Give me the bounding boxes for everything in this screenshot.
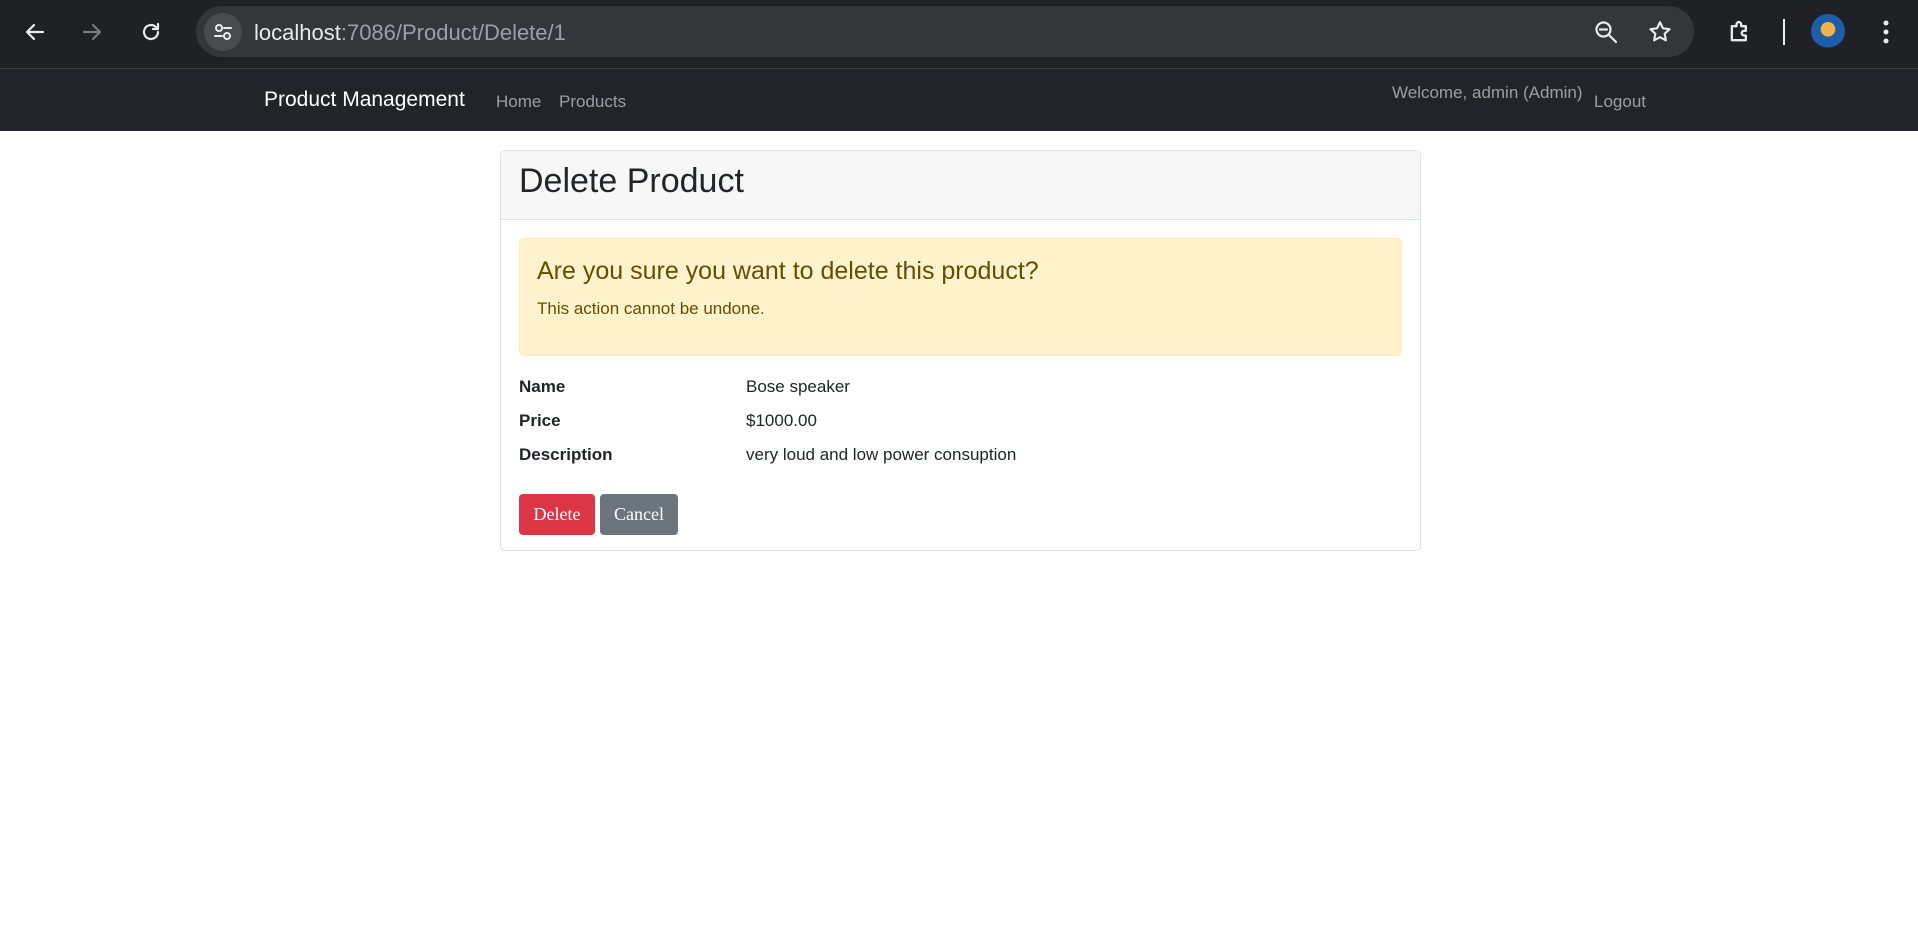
- browser-toolbar: localhost:7086/Product/Delete/1: [0, 0, 1918, 69]
- brand-link[interactable]: Product Management: [264, 88, 465, 112]
- back-arrow-icon: [25, 23, 45, 41]
- profile-avatar[interactable]: [1811, 14, 1845, 48]
- address-bar[interactable]: localhost:7086/Product/Delete/1: [196, 6, 1694, 57]
- card-header: Delete Product: [501, 151, 1420, 220]
- logout-link[interactable]: Logout: [1594, 92, 1646, 112]
- detail-label-description: Description: [519, 445, 613, 464]
- delete-product-card: Delete Product Are you sure you want to …: [500, 150, 1421, 551]
- toolbar-divider: [1783, 19, 1785, 45]
- puzzle-icon: [1730, 20, 1747, 42]
- cancel-button[interactable]: Cancel: [600, 494, 678, 535]
- detail-value-name: Bose speaker: [746, 377, 850, 396]
- kebab-menu-icon: [1883, 20, 1889, 44]
- app-navbar: Product Management Home Products Welcome…: [0, 69, 1918, 131]
- back-button[interactable]: [15, 12, 55, 52]
- welcome-text: Welcome, admin (Admin): [1392, 83, 1583, 102]
- reload-button[interactable]: [131, 12, 171, 52]
- alert-heading: Are you sure you want to delete this pro…: [537, 257, 1039, 285]
- star-icon: [1649, 21, 1671, 42]
- reload-icon: [142, 22, 160, 41]
- url-host: localhost: [254, 20, 341, 45]
- alert-text: This action cannot be undone.: [537, 299, 765, 318]
- detail-label-name: Name: [519, 377, 566, 396]
- zoom-button[interactable]: [1589, 15, 1623, 49]
- forward-arrow-icon: [82, 23, 102, 41]
- url-path: :7086/Product/Delete/1: [340, 20, 566, 45]
- detail-label-price: Price: [519, 411, 561, 430]
- site-info-button[interactable]: [204, 13, 242, 51]
- delete-button[interactable]: Delete: [519, 494, 595, 535]
- menu-button[interactable]: [1866, 12, 1906, 52]
- nav-link-products[interactable]: Products: [559, 92, 626, 112]
- bookmark-button[interactable]: [1643, 15, 1677, 49]
- nav-link-home[interactable]: Home: [496, 92, 541, 112]
- warning-alert: Are you sure you want to delete this pro…: [519, 238, 1402, 356]
- zoom-out-icon: [1595, 21, 1618, 44]
- forward-button[interactable]: [72, 12, 112, 52]
- url-text[interactable]: localhost:7086/Product/Delete/1: [254, 20, 566, 46]
- page-title: Delete Product: [519, 162, 744, 200]
- detail-value-description: very loud and low power consuption: [746, 445, 1017, 464]
- tune-icon: [214, 24, 232, 40]
- detail-value-price: $1000.00: [746, 411, 817, 430]
- extensions-button[interactable]: [1720, 12, 1760, 52]
